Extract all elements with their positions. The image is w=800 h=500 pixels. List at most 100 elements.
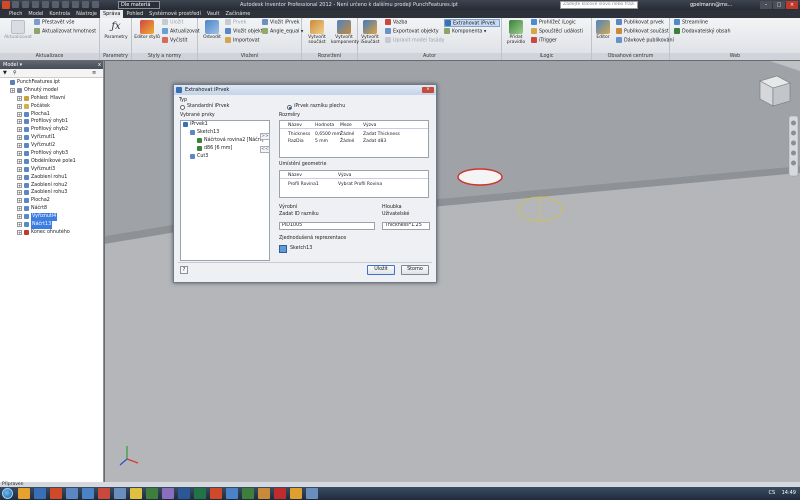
aktualizovat-button[interactable]: Aktualizovat xyxy=(4,20,32,40)
browser-tree-item[interactable]: + Profilový ohyb3 xyxy=(0,150,103,158)
expand-icon[interactable]: + xyxy=(17,229,22,235)
acrobat-icon[interactable] xyxy=(274,488,286,499)
vazba-button[interactable]: Vazba xyxy=(385,19,407,27)
sketch-select-icon[interactable] xyxy=(279,245,287,253)
dialog-tree-item[interactable]: Náčrtová rovina2 [Náčrt] xyxy=(181,137,269,145)
orbit-icon[interactable] xyxy=(791,150,796,156)
app-icon-4[interactable] xyxy=(114,488,126,499)
close-button[interactable]: × xyxy=(786,1,798,9)
select-icon[interactable] xyxy=(82,1,89,8)
rozmery-cell[interactable]: Thickness xyxy=(288,132,310,137)
browser-tree-item[interactable]: + Konec ohnutého xyxy=(0,229,103,237)
expand-icon[interactable]: + xyxy=(17,111,22,117)
undo-icon[interactable] xyxy=(42,1,49,8)
tab-pohled[interactable]: Pohled xyxy=(123,10,146,18)
browser-tree-item[interactable]: + Vyříznutí4 xyxy=(0,213,103,222)
expand-icon[interactable]: + xyxy=(17,135,22,141)
open-icon[interactable] xyxy=(22,1,29,8)
app-icon-5[interactable] xyxy=(130,488,142,499)
app-icon-8[interactable] xyxy=(226,488,238,499)
aktualizovat-styl-button[interactable]: Aktualizovat xyxy=(162,28,200,36)
expand-icon[interactable]: + xyxy=(17,174,22,180)
browser-tree-item[interactable]: + Zaoblení rohu3 xyxy=(0,189,103,197)
filter-icon[interactable]: ▼ xyxy=(3,70,9,76)
browser-tree-item[interactable]: + Pohled: Hlavní xyxy=(0,95,103,103)
dodavatelsky-obsah-button[interactable]: Dodavatelský obsah xyxy=(674,28,730,36)
view-cube[interactable] xyxy=(759,75,791,107)
streamline-button[interactable]: Streamline xyxy=(674,19,708,27)
prestavet-vse-button[interactable]: Přestavět vše xyxy=(34,19,74,27)
itrigger-button[interactable]: iTrigger xyxy=(531,37,557,45)
tab-systemove-prostredi[interactable]: Systémové prostředí xyxy=(146,10,204,18)
new-icon[interactable] xyxy=(12,1,19,8)
tab-vault[interactable]: Vault xyxy=(204,10,223,18)
clock[interactable]: 14:49 xyxy=(782,490,796,496)
punch-ifeature-radio[interactable] xyxy=(287,105,292,110)
powerpoint-icon[interactable] xyxy=(210,488,222,499)
zoom-icon[interactable] xyxy=(791,140,796,146)
help-search-input[interactable]: Zadejte klíčové slovo nebo frázi xyxy=(560,1,638,9)
tab-kontrola[interactable]: Kontrola xyxy=(46,10,73,18)
rozmery-cell[interactable]: 0,6500 mm xyxy=(315,132,341,137)
expand-icon[interactable]: + xyxy=(17,206,22,212)
browser-tree-item[interactable]: + Náčrt13 xyxy=(0,221,103,229)
odvodit-button[interactable]: Odvodit xyxy=(200,20,224,40)
punch-id-input[interactable]: PID1005 xyxy=(279,222,375,230)
remove-button[interactable]: << xyxy=(260,146,270,153)
dialog-close-button[interactable]: × xyxy=(422,87,434,93)
add-button[interactable]: >> xyxy=(260,133,270,140)
word-icon[interactable] xyxy=(178,488,190,499)
browser-tree-item[interactable]: + Profilový ohyb2 xyxy=(0,126,103,134)
expand-icon[interactable]: + xyxy=(17,222,22,228)
rozmery-cell[interactable]: Zadat d83 xyxy=(363,139,386,144)
rozmery-cell[interactable]: RazDia xyxy=(288,139,304,144)
app-icon-10[interactable] xyxy=(258,488,270,499)
angle-equal-dropdown[interactable]: Angle_equal ▾ xyxy=(262,28,303,36)
exportovat-objekty-button[interactable]: Exportovat objekty xyxy=(385,28,439,36)
material-dropdown[interactable]: Dle materiá xyxy=(118,1,160,9)
browser-tree-item[interactable]: + Počátek xyxy=(0,103,103,111)
maximize-button[interactable]: □ xyxy=(773,1,785,9)
expand-icon[interactable]: + xyxy=(17,214,22,220)
browser-close-icon[interactable]: x xyxy=(98,61,101,69)
publikovat-soucast-button[interactable]: Publikovat součást xyxy=(616,28,669,36)
vytvorit-komponenty-button[interactable]: Vytvořit komponenty xyxy=(331,20,359,45)
depth-input[interactable]: Thickness*1.25 xyxy=(382,222,430,230)
ulozit-button[interactable]: Uložit xyxy=(367,265,395,275)
app-icon-7[interactable] xyxy=(162,488,174,499)
browser-tree-item[interactable]: + Obdélníkové pole1 xyxy=(0,158,103,166)
find-icon[interactable]: ⚲ xyxy=(13,70,19,76)
umisteni-cell[interactable]: Vybrat Profil Rovina xyxy=(338,182,382,187)
storno-button[interactable]: Storno xyxy=(401,265,429,275)
app-icon-3[interactable] xyxy=(98,488,110,499)
app-icon-9[interactable] xyxy=(242,488,254,499)
vytvorit-isoucast-button[interactable]: Vytvořit iSoučást xyxy=(359,20,381,45)
browser-title[interactable]: Model xyxy=(3,62,18,68)
expand-icon[interactable]: + xyxy=(17,143,22,149)
expand-icon[interactable]: + xyxy=(17,95,22,101)
dialog-tree-item[interactable]: Cut3 xyxy=(181,153,269,161)
expand-icon[interactable]: + xyxy=(10,87,15,93)
tab-model[interactable]: Model xyxy=(25,10,46,18)
user-name[interactable]: gpelmann@ms... xyxy=(690,2,732,8)
expand-icon[interactable]: + xyxy=(17,127,22,133)
tab-zaciname[interactable]: Začínáme xyxy=(222,10,253,18)
update-icon[interactable] xyxy=(72,1,79,8)
rozmery-cell[interactable]: 5 mm xyxy=(315,139,328,144)
umisteni-table[interactable]: Název Výzva Profil Rovina1 Vybrat Profil Ro… xyxy=(279,170,429,198)
look-at-icon[interactable] xyxy=(791,160,796,166)
vlozit-objekt-button[interactable]: Vložit objekt xyxy=(225,28,263,36)
return-icon[interactable] xyxy=(62,1,69,8)
upravit-model-fasady-button[interactable]: Upravit model fasády xyxy=(385,37,444,45)
app-icon-11[interactable] xyxy=(306,488,318,499)
selected-features-tree[interactable]: iPrvek1 Sketch13 Náčrtová rovina2 [Náčrt] d… xyxy=(180,120,270,261)
browser-menu-icon[interactable]: ≡ xyxy=(92,70,98,76)
ie-icon[interactable] xyxy=(34,488,46,499)
browser-tree-item[interactable]: + Zaoblení rohu1 xyxy=(0,174,103,182)
vytvorit-soucast-button[interactable]: Vytvořit součást xyxy=(304,20,330,45)
pridat-pravidlo-button[interactable]: Přidat pravidlo xyxy=(503,20,529,45)
browser-tree-item[interactable]: + Profilový ohyb1 xyxy=(0,118,103,126)
expand-icon[interactable]: + xyxy=(17,151,22,157)
extrahovat-iprvek-button[interactable]: Extrahovat iPrvek xyxy=(444,19,500,27)
rozmery-table[interactable]: Název Hodnota Meze Výzva Thickness 0,6500 mm Ž… xyxy=(279,120,429,158)
